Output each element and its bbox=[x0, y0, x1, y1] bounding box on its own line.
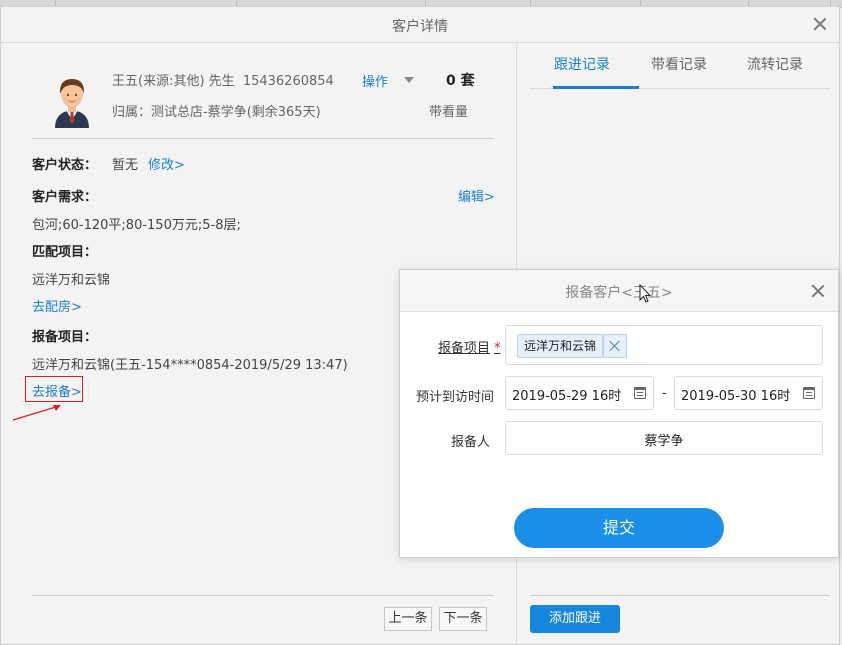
divider bbox=[32, 138, 494, 139]
next-button[interactable]: 下一条 bbox=[439, 607, 487, 631]
match-value: 远洋万和云锦 bbox=[32, 273, 111, 288]
customer-title-suffix: 先生 bbox=[208, 74, 235, 89]
reporter-label: 报备人 bbox=[451, 435, 491, 450]
required-mark: * bbox=[494, 341, 501, 356]
dialog-title: 报备客户<王五> bbox=[565, 285, 673, 301]
active-tab-indicator bbox=[553, 86, 639, 89]
date-from-value: 2019-05-29 16时 bbox=[512, 389, 622, 404]
calendar-icon[interactable] bbox=[634, 387, 646, 399]
remove-tag-icon[interactable] bbox=[603, 334, 627, 358]
customer-name-line: 王五(来源:其他) 先生 15436260854 bbox=[112, 70, 334, 89]
view-count: 0 套 bbox=[446, 73, 475, 89]
report-label: 报备项目： bbox=[32, 330, 98, 345]
records-tabs: 跟进记录 带看记录 流转记录 bbox=[530, 44, 830, 89]
status-label: 客户状态： bbox=[32, 158, 98, 173]
add-follow-button[interactable]: 添加跟进 bbox=[530, 605, 620, 633]
match-label: 匹配项目： bbox=[32, 245, 98, 260]
project-field-label: 报备项目 * bbox=[438, 337, 501, 356]
operation-dropdown[interactable]: 操作 bbox=[362, 71, 388, 90]
report-value: 远洋万和云锦(王五-154****0854-2019/5/29 13:47) bbox=[32, 358, 348, 373]
visit-time-label: 预计到访时间 bbox=[416, 390, 495, 405]
project-tag: 远洋万和云锦 bbox=[517, 334, 604, 358]
tab-transfer-records[interactable]: 流转记录 bbox=[747, 54, 803, 74]
submit-button[interactable]: 提交 bbox=[514, 508, 724, 548]
modal-header: 客户详情 bbox=[1, 7, 839, 43]
project-label-text: 报备项目 bbox=[438, 341, 491, 356]
visit-date-to[interactable]: 2019-05-30 16时 bbox=[674, 376, 823, 410]
modal-title: 客户详情 bbox=[392, 19, 448, 35]
divider bbox=[32, 595, 494, 596]
tab-follow-records[interactable]: 跟进记录 bbox=[554, 54, 610, 74]
customer-phone: 15436260854 bbox=[242, 74, 334, 89]
dialog-header: 报备客户<王五> bbox=[400, 270, 838, 312]
date-to-value: 2019-05-30 16时 bbox=[681, 389, 791, 404]
calendar-icon[interactable] bbox=[803, 387, 815, 399]
customer-belong: 归属：测试总店-蔡学争(剩余365天) bbox=[112, 105, 321, 120]
mouse-cursor-icon bbox=[639, 284, 652, 303]
visit-date-from[interactable]: 2019-05-29 16时 bbox=[505, 376, 654, 410]
dialog-close-icon[interactable] bbox=[811, 284, 825, 298]
modal-close-icon[interactable] bbox=[813, 17, 827, 31]
customer-name-source: 王五(来源:其他) bbox=[112, 74, 205, 89]
prev-button[interactable]: 上一条 bbox=[384, 607, 432, 631]
reporter-field[interactable]: 蔡学争 bbox=[505, 421, 823, 455]
needs-value: 包河;60-120平;80-150万元;5-8层; bbox=[32, 218, 241, 233]
edit-status-link[interactable]: 修改> bbox=[148, 154, 185, 173]
arrow-icon bbox=[12, 405, 61, 421]
divider bbox=[530, 595, 830, 596]
needs-label: 客户需求： bbox=[32, 190, 98, 205]
project-select[interactable]: 远洋万和云锦 bbox=[505, 325, 823, 365]
tab-viewing-records[interactable]: 带看记录 bbox=[651, 54, 707, 74]
view-count-label: 带看量 bbox=[429, 105, 469, 120]
avatar bbox=[55, 79, 89, 128]
date-separator: - bbox=[662, 386, 667, 401]
edit-needs-link[interactable]: 编辑> bbox=[458, 186, 495, 205]
status-value: 暂无 bbox=[112, 158, 139, 173]
chevron-down-icon[interactable] bbox=[404, 77, 414, 83]
report-customer-dialog: 报备客户<王五> 报备项目 * 远洋万和云锦 预计到访时间 2019-05-29 … bbox=[399, 269, 839, 558]
reporter-value: 蔡学争 bbox=[644, 434, 684, 449]
match-house-link[interactable]: 去配房> bbox=[32, 296, 82, 315]
